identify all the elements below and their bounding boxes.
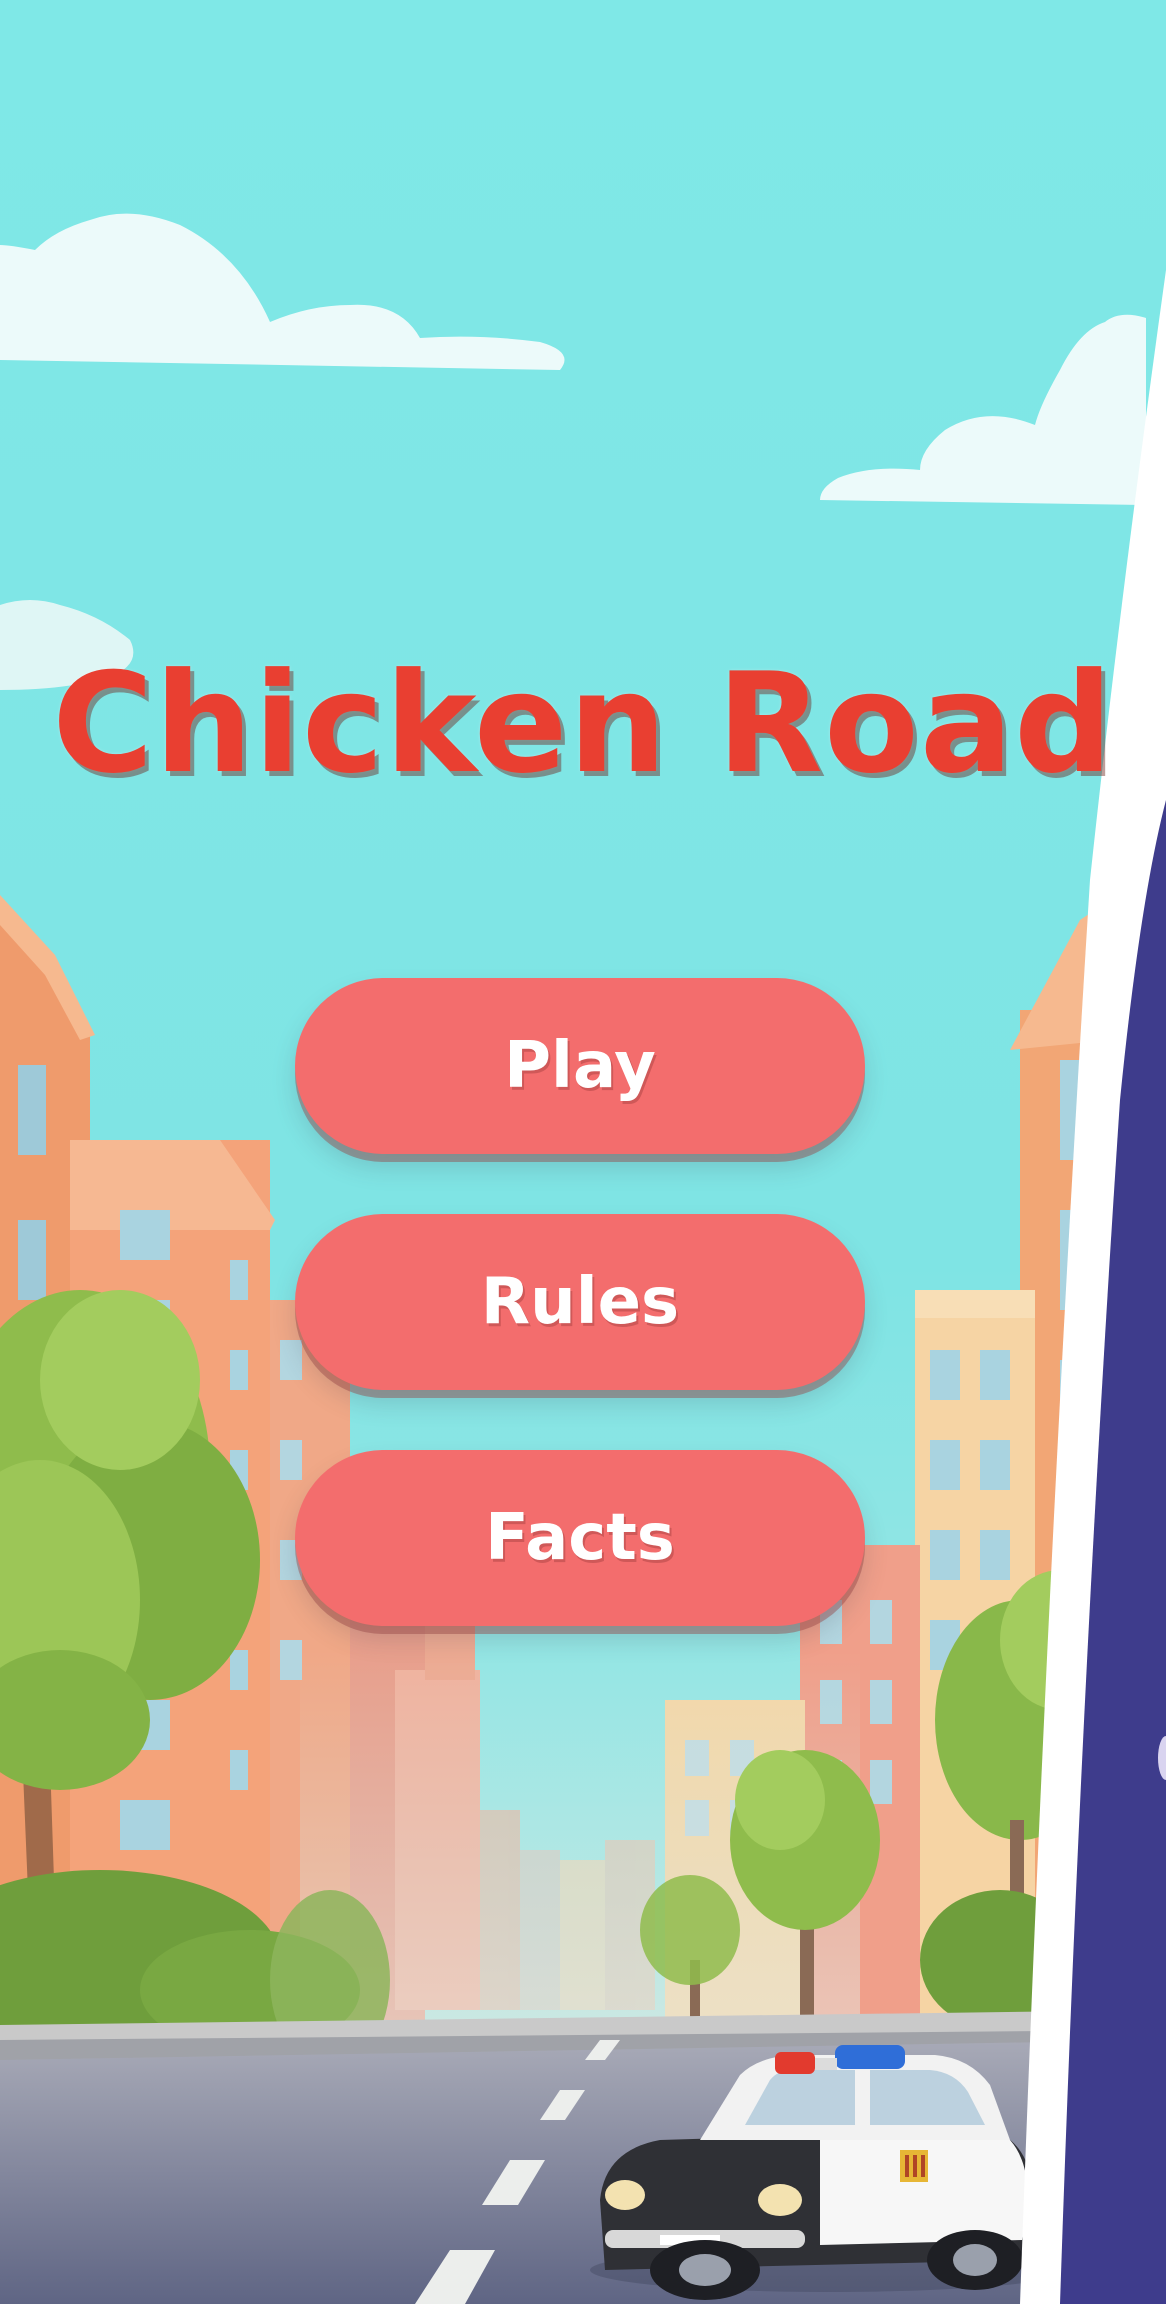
rules-button[interactable]: Rules — [295, 1214, 865, 1390]
game-menu-screen: Chicken Road Play Rules Facts — [0, 0, 1166, 2304]
play-button[interactable]: Play — [295, 978, 865, 1154]
facts-button[interactable]: Facts — [295, 1450, 865, 1626]
main-menu: Play Rules Facts — [295, 978, 865, 1686]
game-title: Chicken Road — [52, 643, 1114, 804]
next-screen-preview[interactable] — [1090, 880, 1166, 2304]
